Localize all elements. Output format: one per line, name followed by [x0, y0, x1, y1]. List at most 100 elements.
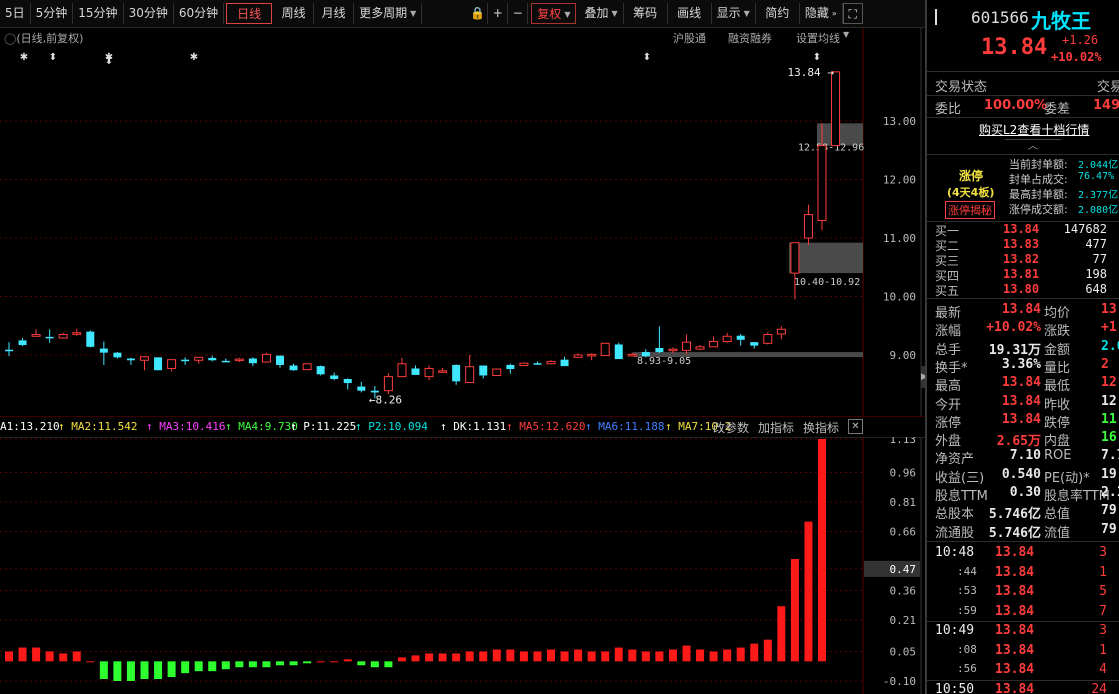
- stat-value: 12: [1101, 393, 1117, 409]
- buy-l2-link[interactable]: 购买L2查看十档行情: [979, 121, 1089, 138]
- ma-legend-item: ↑ MA3:10.416: [146, 420, 226, 433]
- indicator-bar: [614, 647, 623, 662]
- candle-body: [357, 386, 366, 391]
- adjust-dropdown[interactable]: 复权 ▼: [531, 3, 577, 24]
- indicator-bar: [5, 651, 13, 662]
- stat-value: 13.84: [1001, 375, 1041, 391]
- zoom-in-icon[interactable]: +: [488, 3, 509, 24]
- period-60min[interactable]: 60分钟: [174, 3, 225, 24]
- tick-volume: 3: [1099, 545, 1107, 560]
- stat-value: +10.02%: [986, 320, 1041, 336]
- lock-icon[interactable]: 🔒: [468, 3, 489, 24]
- draw-line-button[interactable]: 画线: [668, 3, 712, 24]
- tick-time: :59: [957, 603, 977, 617]
- indicator-bar: [384, 661, 393, 668]
- more-periods-dropdown[interactable]: 更多周期 ▼: [354, 3, 423, 24]
- zoom-out-icon[interactable]: −: [508, 3, 529, 24]
- book-price: 13.83: [1003, 237, 1040, 251]
- period-5day[interactable]: 5日: [0, 3, 31, 24]
- indicator-tick-label: 0.05: [890, 645, 917, 658]
- indicator-bar: [316, 661, 325, 663]
- overlay-dropdown[interactable]: 叠加 ▼: [579, 3, 624, 24]
- candle-body: [655, 347, 664, 353]
- candle-body: [31, 334, 41, 337]
- seal-value: 2.377亿: [1078, 190, 1119, 201]
- indicator-bar: [181, 661, 190, 674]
- tick-price: 13.84: [995, 584, 1035, 599]
- seal-value: 76.47%: [1078, 171, 1115, 182]
- indicator-bar: [154, 661, 163, 680]
- candle-body: [831, 71, 841, 147]
- candle-body: [750, 342, 759, 346]
- price-zone-2: [789, 242, 863, 274]
- indicator-bar: [425, 653, 434, 662]
- seal-value: 2.044亿: [1078, 160, 1119, 171]
- stats-row: 涨幅 +10.02% 涨跌 +1: [927, 320, 1119, 339]
- indicator-svg: 1.130.960.810.660.470.360.210.05-0.100.4…: [0, 437, 922, 694]
- hide-button[interactable]: 隐藏»: [800, 3, 843, 24]
- tick-volume: 3: [1099, 623, 1107, 638]
- candle-body: [573, 354, 583, 358]
- ma-legend-item: ↑ MA2:11.542: [58, 420, 138, 433]
- stats-row: 收益(三) 0.540 PE(动)* 19: [927, 466, 1119, 486]
- chevron-down-icon: ▼: [410, 9, 417, 18]
- period-monthly[interactable]: 月线: [314, 3, 355, 24]
- candle-body: [126, 358, 135, 361]
- indicator-tick-label: 0.36: [890, 584, 917, 597]
- candle-body: [154, 357, 163, 371]
- stat-value: 5.746亿: [988, 507, 1041, 523]
- candle-body: [627, 353, 637, 357]
- period-toolbar: 5日 5分钟 15分钟 30分钟 60分钟 日线 周线 月线 更多周期 ▼ 🔒 +…: [0, 0, 925, 28]
- indicator-bar: [709, 651, 718, 662]
- switch-indicator-link[interactable]: 换指标: [803, 419, 839, 436]
- collapse-up-icon[interactable]: ︿: [1005, 139, 1061, 154]
- kline-chart[interactable]: ◯(日线,前复权) 沪股通 融资融券 设置均线 ▼ 13.00 12.00 11.00…: [0, 28, 925, 416]
- period-weekly[interactable]: 周线: [274, 3, 315, 24]
- chips-button[interactable]: 筹码: [624, 3, 668, 24]
- stat-value: 16.6: [1101, 430, 1119, 446]
- price-tick-label: 9.00: [890, 349, 917, 362]
- ma-legend-item: ↑ MA5:12.620: [506, 420, 586, 433]
- candle-body: [194, 356, 204, 361]
- seal-info-row: 涨停成交额: 2.080亿: [927, 201, 1119, 219]
- ma-legend-item: ↑ P2:10.094: [355, 420, 428, 433]
- candle-body: [668, 348, 678, 352]
- indicator-bar: [479, 651, 488, 662]
- event-marker-icon: ⬍: [105, 56, 113, 67]
- indicator-bar: [438, 653, 447, 662]
- period-daily[interactable]: 日线: [226, 3, 273, 24]
- stats-row: 总股本 5.746亿总值 79.5: [927, 503, 1119, 523]
- seal-label: 封单占成交:: [1009, 173, 1068, 186]
- indicator-chart[interactable]: 1.130.960.810.660.470.360.210.05-0.100.4…: [0, 437, 925, 694]
- tick-time: 10:50: [935, 681, 975, 694]
- fullscreen-icon[interactable]: ⛶: [842, 3, 863, 24]
- stat-value: 2.6: [1101, 338, 1119, 354]
- tick-row: 10:50 13.84 24: [927, 682, 1119, 694]
- edit-params-link[interactable]: 改参数: [713, 419, 749, 436]
- indicator-bar: [682, 645, 691, 662]
- seal-label: 最高封单额:: [1009, 188, 1068, 201]
- indicator-bar: [262, 661, 271, 668]
- low-price-label: ←8.26: [369, 393, 402, 406]
- panel-toggle-icon[interactable]: [933, 6, 941, 28]
- indicator-tick-label: 0.66: [890, 525, 917, 538]
- simple-button[interactable]: 简约: [756, 3, 800, 24]
- close-icon[interactable]: ✕: [848, 419, 863, 434]
- candle-body: [316, 366, 325, 375]
- indicator-bar: [750, 643, 759, 662]
- add-indicator-link[interactable]: 加指标: [758, 419, 794, 436]
- stat-value: 0.540: [1001, 466, 1041, 482]
- event-marker-icon: ⬍: [643, 52, 651, 63]
- period-30min[interactable]: 30分钟: [124, 3, 174, 24]
- indicator-bar: [411, 655, 420, 662]
- display-dropdown[interactable]: 显示 ▼: [712, 3, 756, 24]
- period-5min[interactable]: 5分钟: [31, 3, 74, 24]
- period-15min[interactable]: 15分钟: [73, 3, 124, 24]
- indicator-bar: [357, 661, 366, 666]
- indicator-bar: [194, 661, 203, 672]
- wc-value: 149: [1093, 98, 1119, 113]
- candle-body: [452, 364, 461, 382]
- candle-body: [790, 242, 800, 274]
- indicator-bar: [32, 647, 41, 662]
- event-marker-icon: ✱: [190, 52, 198, 63]
